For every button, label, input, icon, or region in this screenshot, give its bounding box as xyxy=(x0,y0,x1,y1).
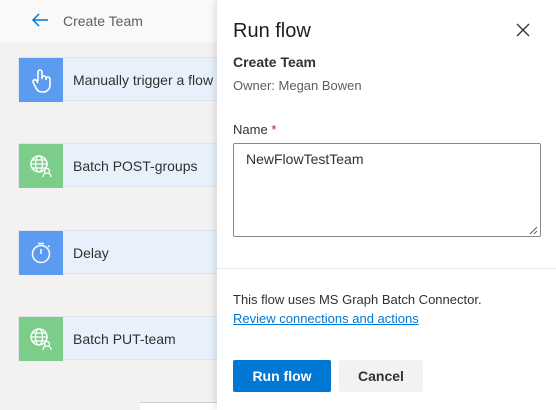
step-delay[interactable]: Delay xyxy=(18,230,238,275)
panel-divider xyxy=(217,268,556,269)
step-label: Batch PUT-team xyxy=(73,331,176,347)
run-flow-panel: Run flow Create Team Owner: Megan Bowen … xyxy=(217,0,556,410)
step-batch-put-team[interactable]: Batch PUT-team xyxy=(18,316,238,361)
step-label: Manually trigger a flow xyxy=(73,72,214,88)
name-label-text: Name xyxy=(233,122,268,137)
globe-user-icon xyxy=(19,317,63,361)
step-label: Delay xyxy=(73,245,109,261)
canvas-bottom-element xyxy=(140,402,220,410)
touch-hand-icon xyxy=(19,58,63,102)
globe-user-icon xyxy=(19,144,63,188)
close-icon[interactable] xyxy=(513,20,533,40)
required-marker: * xyxy=(271,122,277,137)
timer-icon xyxy=(19,231,63,275)
step-manual-trigger[interactable]: Manually trigger a flow xyxy=(18,57,238,102)
review-connections-link[interactable]: Review connections and actions xyxy=(233,311,419,326)
connector-info: This flow uses MS Graph Batch Connector. xyxy=(233,292,482,307)
step-label: Batch POST-groups xyxy=(73,158,198,174)
flow-title: Create Team xyxy=(63,13,143,29)
panel-title: Run flow xyxy=(233,20,311,42)
back-arrow-icon[interactable] xyxy=(30,10,50,30)
flow-name: Create Team xyxy=(233,54,317,70)
run-flow-button[interactable]: Run flow xyxy=(233,360,331,392)
resize-handle-icon[interactable] xyxy=(528,225,538,235)
name-input[interactable] xyxy=(233,143,541,237)
flow-owner: Owner: Megan Bowen xyxy=(233,78,362,93)
name-field-label: Name * xyxy=(233,122,276,137)
cancel-button[interactable]: Cancel xyxy=(339,360,423,392)
step-batch-post-groups[interactable]: Batch POST-groups xyxy=(18,143,238,188)
